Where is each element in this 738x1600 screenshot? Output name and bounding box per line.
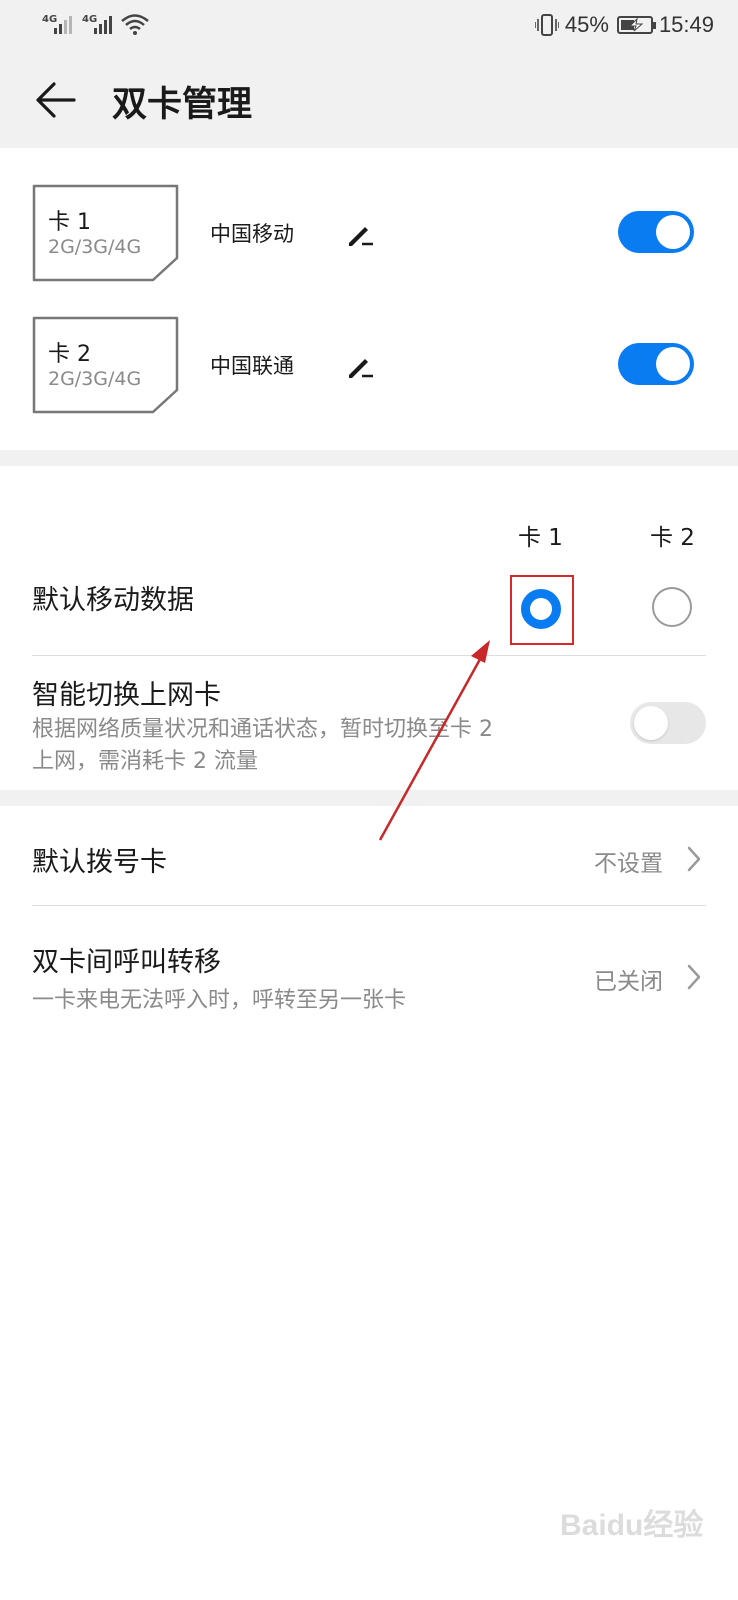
annotation-arrow: [378, 640, 490, 841]
watermark-logo: Baidu经验: [560, 1509, 704, 1542]
